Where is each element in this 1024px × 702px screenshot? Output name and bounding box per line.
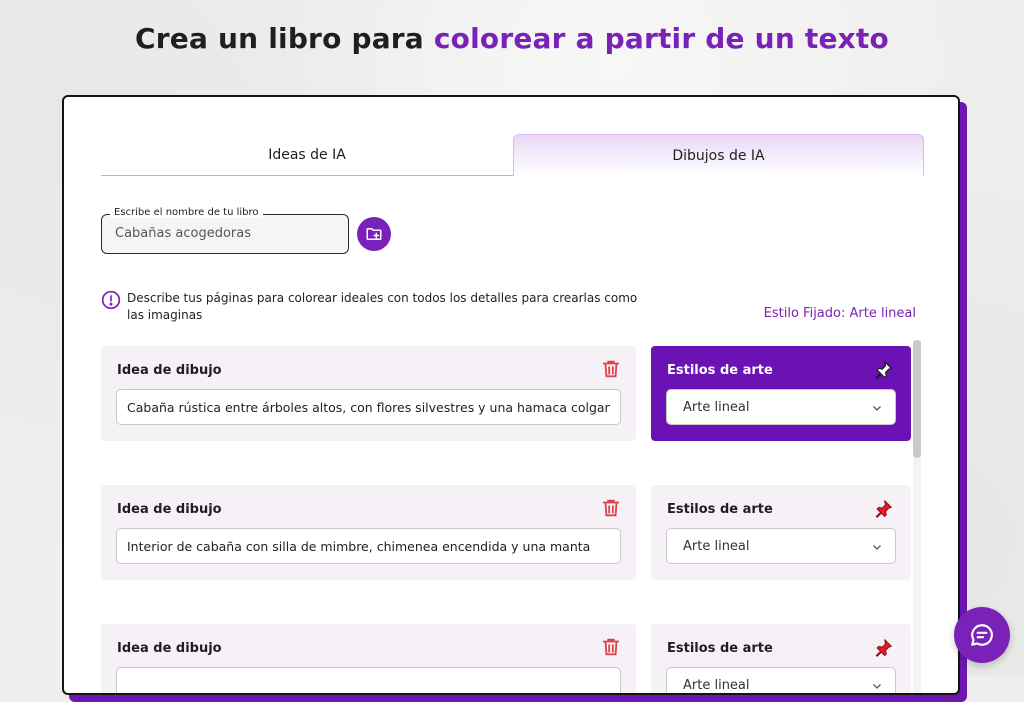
- drawing-row: Idea de dibujo Estilos de arte Arte line…: [101, 346, 911, 441]
- pin-icon[interactable]: [873, 499, 893, 519]
- art-style-select[interactable]: Arte lineal: [666, 667, 896, 693]
- chevron-down-icon: [873, 684, 881, 689]
- pin-icon[interactable]: [873, 638, 893, 658]
- idea-panel: Idea de dibujo: [101, 346, 636, 441]
- style-panel: Estilos de arte Arte lineal: [651, 346, 911, 441]
- idea-input[interactable]: [116, 667, 621, 693]
- pin-icon[interactable]: [873, 360, 893, 380]
- page-title-accent: colorear a partir de un texto: [433, 22, 889, 55]
- idea-panel: Idea de dibujo: [101, 485, 636, 580]
- trash-icon[interactable]: [600, 358, 622, 380]
- chat-button[interactable]: [954, 607, 1010, 663]
- art-style-value: Arte lineal: [683, 677, 750, 693]
- drawing-row: Idea de dibujo Estilos de arte Arte line…: [101, 485, 911, 580]
- trash-icon[interactable]: [600, 497, 622, 519]
- style-label: Estilos de arte: [667, 502, 773, 517]
- page-title: Crea un libro para colorear a partir de …: [0, 22, 1024, 55]
- scrollbar-thumb[interactable]: [913, 340, 921, 458]
- info-icon: [101, 290, 121, 310]
- idea-label: Idea de dibujo: [117, 641, 222, 656]
- idea-label: Idea de dibujo: [117, 502, 222, 517]
- idea-label: Idea de dibujo: [117, 363, 222, 378]
- style-label: Estilos de arte: [667, 641, 773, 656]
- style-panel: Estilos de arte Arte lineal: [651, 624, 911, 693]
- chevron-down-icon: [873, 545, 881, 550]
- art-style-select[interactable]: Arte lineal: [666, 389, 896, 425]
- tab-dibujos-ia[interactable]: Dibujos de IA: [513, 134, 924, 176]
- book-name-field: Escribe el nombre de tu libro: [101, 207, 349, 254]
- idea-input[interactable]: [116, 528, 621, 564]
- art-style-select[interactable]: Arte lineal: [666, 528, 896, 564]
- drawing-row: Idea de dibujo Estilos de arte Arte line…: [101, 624, 911, 693]
- style-panel: Estilos de arte Arte lineal: [651, 485, 911, 580]
- add-folder-button[interactable]: [357, 217, 391, 251]
- page-title-plain: Crea un libro para: [135, 22, 424, 55]
- chevron-down-icon: [873, 406, 881, 411]
- book-name-legend: Escribe el nombre de tu libro: [110, 207, 263, 218]
- style-label: Estilos de arte: [667, 363, 773, 378]
- tab-ideas-ia[interactable]: Ideas de IA: [101, 134, 513, 176]
- folder-add-icon: [366, 228, 382, 240]
- fixed-style-label: Estilo Fijado: Arte lineal: [763, 306, 916, 321]
- tabs: Ideas de IA Dibujos de IA: [101, 134, 924, 176]
- chat-icon: [971, 624, 993, 646]
- trash-icon[interactable]: [600, 636, 622, 658]
- info-text: Describe tus páginas para colorear ideal…: [127, 291, 638, 322]
- idea-input[interactable]: [116, 389, 621, 425]
- art-style-value: Arte lineal: [683, 538, 750, 554]
- idea-panel: Idea de dibujo: [101, 624, 636, 693]
- book-name-input[interactable]: [113, 225, 337, 242]
- main-card: Ideas de IA Dibujos de IA Escribe el nom…: [62, 95, 960, 695]
- art-style-value: Arte lineal: [683, 399, 750, 415]
